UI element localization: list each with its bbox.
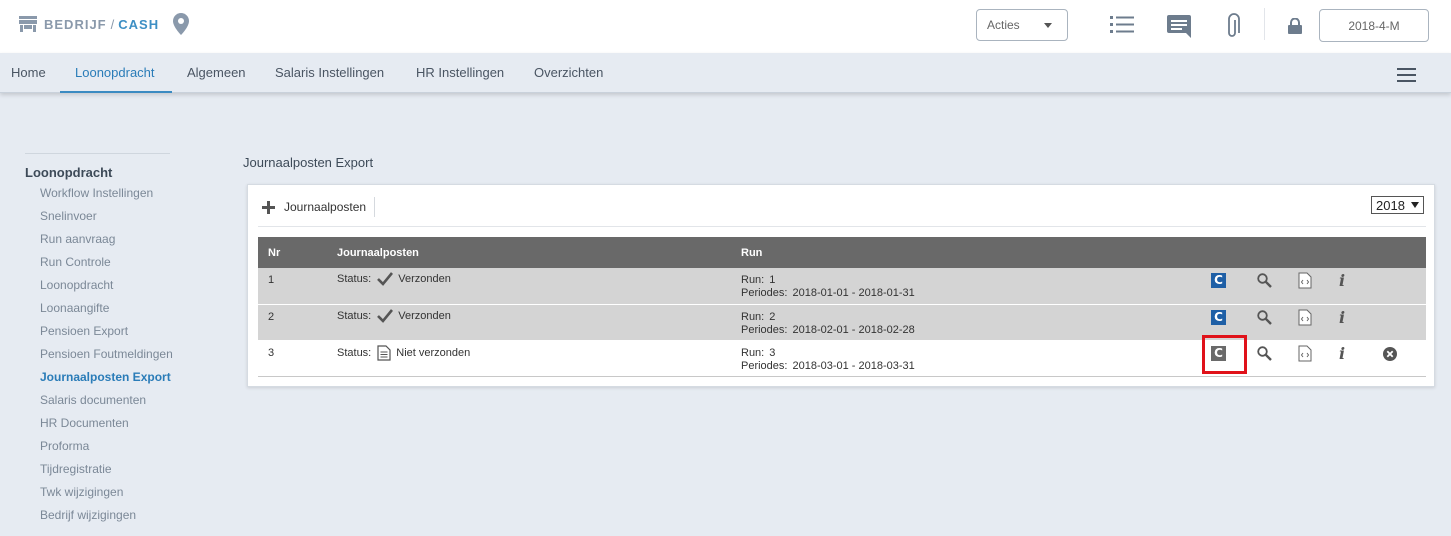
sidebar-item-run-aanvraag[interactable]: Run aanvraag [40, 232, 115, 246]
document-icon [377, 344, 391, 361]
tab-hr-instellingen[interactable]: HR Instellingen [416, 53, 504, 93]
toolbar-divider-line [258, 226, 1426, 227]
column-header-journaalposten: Journaalposten [327, 237, 731, 268]
periods-label: Periodes: [741, 323, 788, 336]
store-icon [19, 16, 37, 32]
plus-icon [262, 200, 275, 214]
company-name: BEDRIJF [44, 16, 107, 32]
run-value: 3 [769, 346, 776, 359]
sidebar-item-run-controle[interactable]: Run Controle [40, 255, 111, 269]
chevron-down-icon [1411, 202, 1419, 208]
search-icon[interactable] [1257, 345, 1272, 361]
check-icon [377, 272, 394, 286]
header-divider [1264, 8, 1265, 40]
sidebar-item-tijdregistratie[interactable]: Tijdregistratie [40, 462, 112, 476]
top-header: BEDRIJF / CASH Acties 2018-4-M [0, 0, 1451, 53]
tab-home[interactable]: Home [11, 53, 46, 93]
brand-separator: / [110, 16, 115, 32]
row-nr: 2 [258, 304, 327, 341]
info-icon[interactable]: i [1339, 271, 1345, 290]
c-export-icon[interactable]: C [1211, 273, 1226, 288]
status-label: Status: [337, 346, 372, 359]
tab-salaris-instellingen[interactable]: Salaris Instellingen [275, 53, 384, 93]
sidebar-item-salaris-documenten[interactable]: Salaris documenten [40, 393, 146, 407]
table-header-row: Nr Journaalposten Run [258, 237, 1426, 268]
company-brand[interactable]: BEDRIJF / CASH [19, 12, 190, 36]
sidebar-divider [25, 153, 170, 154]
sidebar-item-snelinvoer[interactable]: Snelinvoer [40, 209, 97, 223]
chat-icon[interactable] [1167, 15, 1191, 38]
periods-label: Periodes: [741, 359, 788, 372]
info-icon[interactable]: i [1339, 344, 1345, 363]
run-label: Run: [741, 346, 765, 359]
sidebar-item-pensioen-export[interactable]: Pensioen Export [40, 324, 128, 338]
year-select[interactable]: 2018 [1371, 196, 1424, 214]
sidebar-item-bedrijf-wijzigingen[interactable]: Bedrijf wijzigingen [40, 508, 136, 522]
row-nr: 1 [258, 268, 327, 305]
export-panel: Journaalposten 2018 Nr Journaalposten Ru… [247, 184, 1435, 387]
sidebar-item-loonaangifte[interactable]: Loonaangifte [40, 301, 109, 315]
code-file-icon[interactable] [1298, 345, 1312, 362]
sidebar-item-pensioen-foutmeldingen[interactable]: Pensioen Foutmeldingen [40, 347, 173, 361]
status-label: Status: [337, 273, 372, 285]
c-export-icon[interactable]: C [1211, 309, 1226, 325]
table-row: 1 Status: Verzonden Run: 1 Periodes: 2018-… [258, 268, 1426, 305]
year-value: 2018 [1376, 197, 1405, 213]
delete-circle-icon[interactable] [1383, 346, 1397, 361]
location-pin-icon[interactable] [173, 13, 190, 35]
add-journaalposten-button[interactable]: Journaalposten [262, 199, 366, 215]
search-icon[interactable] [1257, 273, 1272, 288]
actions-label: Acties [987, 18, 1020, 32]
table-row: 2 Status: Verzonden Run: 2 Periodes: 2018-… [258, 304, 1426, 341]
sidebar-item-loonopdracht[interactable]: Loonopdracht [40, 278, 113, 292]
row-nr: 3 [258, 340, 327, 377]
status-value: Verzonden [398, 309, 451, 322]
sidebar-item-workflow-instellingen[interactable]: Workflow Instellingen [40, 186, 153, 200]
column-header-run: Run [731, 237, 1214, 268]
column-header-nr: Nr [258, 237, 327, 268]
run-label: Run: [741, 274, 765, 286]
tab-overzichten[interactable]: Overzichten [534, 53, 603, 93]
actions-dropdown[interactable]: Acties [976, 9, 1068, 41]
periods-value: 2018-01-01 - 2018-01-31 [792, 287, 915, 299]
sidebar-item-twk-wijzigingen[interactable]: Twk wijzigingen [40, 485, 123, 499]
sidebar-item-journaalposten-export[interactable]: Journaalposten Export [40, 370, 171, 384]
check-icon [377, 308, 394, 323]
main-nav: Home Loonopdracht Algemeen Salaris Inste… [0, 53, 1451, 93]
status-label: Status: [337, 309, 372, 322]
info-icon[interactable]: i [1339, 308, 1345, 327]
tab-algemeen[interactable]: Algemeen [187, 53, 246, 93]
search-icon[interactable] [1257, 309, 1272, 325]
paperclip-icon[interactable] [1226, 13, 1240, 39]
add-button-label: Journaalposten [284, 200, 367, 214]
period-selector[interactable]: 2018-4-M [1319, 9, 1429, 42]
run-label: Run: [741, 310, 765, 323]
periods-label: Periodes: [741, 287, 788, 299]
periods-value: 2018-02-01 - 2018-02-28 [792, 323, 915, 336]
run-value: 2 [769, 310, 776, 323]
sidebar-item-proforma[interactable]: Proforma [40, 439, 89, 453]
page-title: Journaalposten Export [243, 155, 374, 170]
table-row: 3 Status: Niet verzonden Run: 3 Periodes:… [258, 334, 1426, 377]
sidebar-item-hr-documenten[interactable]: HR Documenten [40, 416, 129, 430]
list-icon[interactable] [1110, 15, 1134, 35]
status-value: Verzonden [398, 273, 451, 285]
sidebar-title: Loonopdracht [25, 165, 113, 180]
periods-value: 2018-03-01 - 2018-03-31 [792, 359, 915, 372]
hamburger-menu-icon[interactable] [1397, 68, 1416, 86]
run-value: 1 [769, 274, 776, 286]
chevron-down-icon [1044, 23, 1052, 28]
lock-icon[interactable] [1288, 18, 1302, 34]
status-value: Niet verzonden [396, 346, 471, 359]
code-file-icon[interactable] [1298, 272, 1312, 289]
tab-loonopdracht[interactable]: Loonopdracht [60, 53, 172, 93]
toolbar-divider [374, 197, 375, 217]
code-file-icon[interactable] [1298, 309, 1312, 326]
client-name[interactable]: CASH [118, 17, 159, 32]
highlight-box [1202, 334, 1247, 374]
journaalposten-table: Nr Journaalposten Run 1 Status: Verzonde… [258, 237, 1426, 377]
